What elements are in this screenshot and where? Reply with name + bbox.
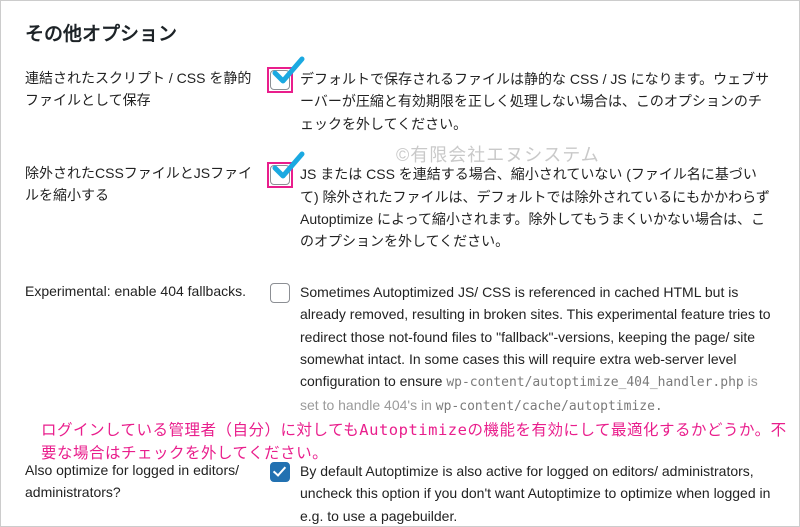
- option-desc: By default Autoptimize is also active fo…: [300, 460, 775, 527]
- code-text: wp-content/autoptimize_404_handler.php: [446, 375, 743, 390]
- option-row-minify-excluded: 除外されたCSSファイルとJSファイルを縮小する JS または CSS を連結す…: [25, 163, 775, 253]
- option-label: 除外されたCSSファイルとJSファイルを縮小する: [25, 163, 270, 206]
- checkbox-optimize-admin[interactable]: [270, 462, 290, 482]
- option-row-optimize-admin: Also optimize for logged in editors/ adm…: [25, 460, 775, 527]
- checkbox-minify-excluded[interactable]: [270, 165, 290, 185]
- checkbox-save-static[interactable]: [270, 70, 290, 90]
- annotation-text: ログインしている管理者（自分）に対してもAutoptimizeの機能を有効にして…: [41, 419, 787, 466]
- option-row-save-static: 連結されたスクリプト / CSS を静的ファイルとして保存 デフォルトで保存され…: [25, 68, 775, 135]
- section-title: その他オプション: [25, 19, 775, 46]
- option-label: 連結されたスクリプト / CSS を静的ファイルとして保存: [25, 68, 270, 111]
- option-label: Experimental: enable 404 fallbacks.: [25, 281, 270, 303]
- option-desc: デフォルトで保存されるファイルは静的な CSS / JS になります。ウェブサー…: [300, 68, 775, 135]
- option-row-404-fallback: Experimental: enable 404 fallbacks. Some…: [25, 281, 775, 418]
- desc-text: Sometimes Autoptimized JS/ CSS is refere…: [300, 284, 771, 390]
- option-desc: JS または CSS を連結する場合、縮小されていない (ファイル名に基づいて)…: [300, 163, 775, 253]
- code-text: wp-content/cache/autoptimize.: [436, 399, 663, 414]
- option-label: Also optimize for logged in editors/ adm…: [25, 460, 270, 503]
- option-desc: Sometimes Autoptimized JS/ CSS is refere…: [300, 281, 775, 418]
- checkbox-404-fallback[interactable]: [270, 283, 290, 303]
